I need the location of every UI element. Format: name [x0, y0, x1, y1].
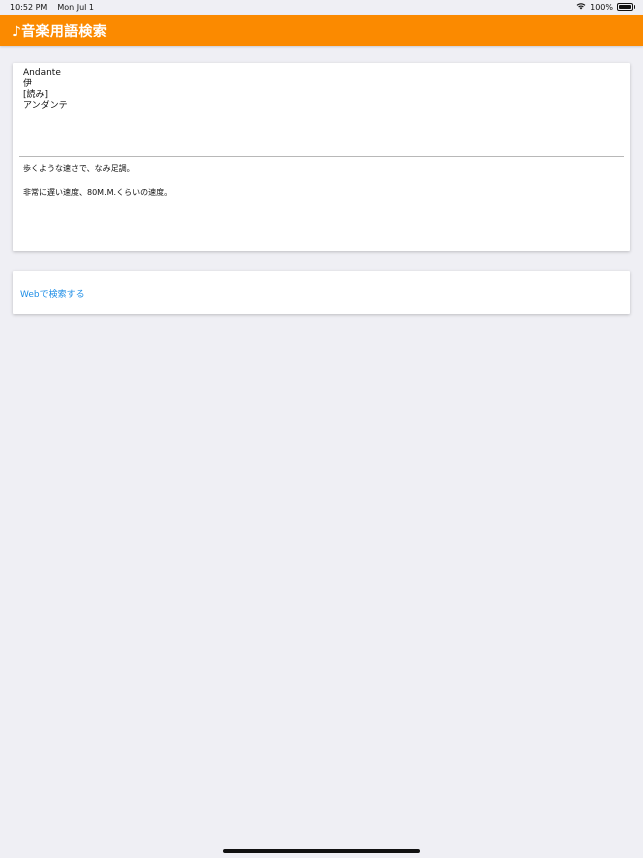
term-card: Andante 伊 [読み] アンダンテ 歩くような速さで、なみ足調。 非常に遅…: [13, 63, 630, 251]
meaning-line: 歩くような速さで、なみ足調。: [23, 164, 135, 173]
term-reading: アンダンテ: [23, 101, 68, 111]
term-word: Andante: [23, 68, 61, 78]
status-date: Mon Jul 1: [57, 3, 95, 12]
battery-percent: 100%: [590, 2, 613, 12]
web-search-card[interactable]: Webで検索する: [13, 271, 630, 314]
web-search-link[interactable]: Webで検索する: [20, 287, 85, 300]
nav-bar: ♪音楽用語検索: [0, 15, 643, 46]
status-right: 100%: [576, 2, 635, 12]
status-bar: 10:52 PM Mon Jul 1 100%: [0, 0, 643, 15]
divider: [19, 156, 624, 157]
term-header: Andante 伊 [読み] アンダンテ: [23, 68, 68, 112]
wifi-icon: [576, 2, 586, 12]
term-reading-label: [読み]: [23, 90, 49, 100]
term-meanings: 歩くような速さで、なみ足調。 非常に遅い速度、80M.M.くらいの速度。: [23, 163, 172, 211]
meaning-line: 非常に遅い速度、80M.M.くらいの速度。: [23, 188, 173, 197]
home-indicator[interactable]: [223, 849, 420, 853]
term-language: 伊: [23, 79, 33, 89]
battery-icon: [617, 3, 635, 11]
status-left: 10:52 PM Mon Jul 1: [10, 3, 94, 12]
status-time: 10:52 PM: [10, 3, 48, 12]
nav-title: ♪音楽用語検索: [12, 24, 108, 40]
